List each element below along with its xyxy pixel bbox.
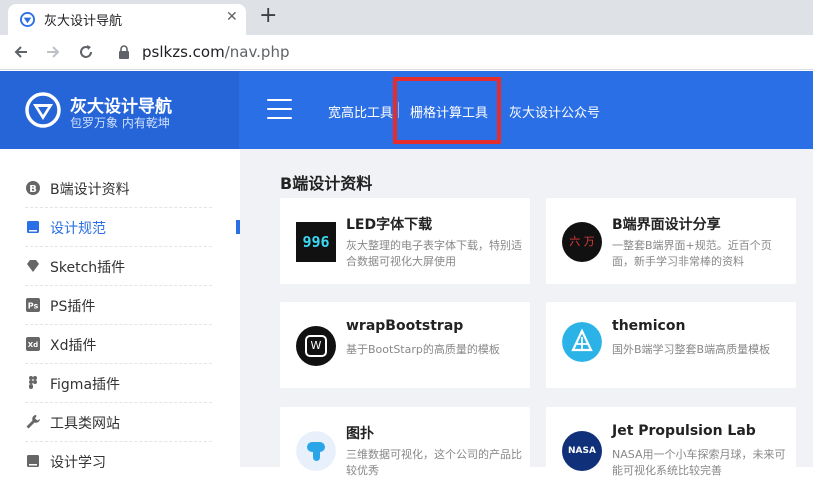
tab-title: 灰大设计导航	[44, 14, 123, 29]
lock-icon	[119, 45, 129, 59]
sidebar-item-tools[interactable]: 工具类网站	[25, 402, 212, 441]
sidebar-item-ps[interactable]: Ps PS插件	[25, 285, 212, 324]
sidebar-item-design-specs[interactable]: 设计规范	[25, 207, 212, 246]
sidebar-item-learning[interactable]: 设计学习	[25, 441, 212, 480]
card-title: B端界面设计分享	[612, 217, 721, 233]
browser-tab[interactable]: 灰大设计导航 ✕	[8, 4, 246, 35]
brand-seal-icon: 六 万	[562, 222, 602, 262]
card-title: 图扑	[346, 426, 374, 442]
figma-icon	[29, 376, 37, 389]
svg-text:Ps: Ps	[28, 302, 39, 311]
close-tab-icon[interactable]: ✕	[226, 9, 238, 25]
led-font-icon: 996	[296, 222, 336, 262]
sidebar-item-label: PS插件	[50, 299, 96, 315]
resource-card[interactable]: 996 LED字体下载 灰大整理的电子表字体下载，特别适合数据可视化大屏使用	[280, 198, 530, 284]
svg-text:B: B	[29, 184, 37, 195]
tupu-icon	[296, 431, 336, 471]
sidebar-item-label: Sketch插件	[50, 260, 126, 276]
nasa-logo-icon: NASA	[562, 431, 602, 471]
svg-text:Xd: Xd	[28, 341, 38, 349]
browser-tab-bar: 灰大设计导航 ✕ +	[0, 0, 813, 35]
forward-arrow-icon[interactable]	[44, 43, 62, 61]
book-icon	[27, 221, 39, 233]
resource-card[interactable]: W wrapBootstrap 基于BootStarp的高质量的模板	[280, 302, 530, 388]
card-title: wrapBootstrap	[346, 318, 464, 334]
site-favicon-icon	[20, 12, 35, 27]
resource-card[interactable]: 图扑 三维数据可视化，这个公司的产品比较优秀	[280, 407, 530, 493]
card-title: Jet Propulsion Lab	[612, 423, 756, 439]
nav-aspect-ratio-tool[interactable]: 宽高比工具	[328, 102, 393, 121]
ps-icon: Ps	[26, 298, 40, 312]
wrapbootstrap-icon: W	[296, 326, 336, 366]
xd-icon: Xd	[26, 337, 40, 351]
brand[interactable]: 灰大设计导航 包罗万象 内有乾坤	[0, 71, 239, 149]
card-title: themicon	[612, 318, 686, 334]
main-content: B端设计资料 996 LED字体下载 灰大整理的电子表字体下载，特别适合数据可视…	[240, 149, 813, 493]
sidebar-item-label: 设计规范	[50, 221, 106, 237]
address-bar: pslkzs.com/nav.php	[0, 35, 813, 70]
section-title: B端设计资料	[280, 174, 373, 193]
reload-icon[interactable]	[77, 43, 95, 61]
card-description: 国外B端学习整套B端高质量模板	[612, 343, 771, 356]
back-arrow-icon[interactable]	[12, 43, 30, 61]
nav-wechat-account[interactable]: 灰大设计公众号	[509, 102, 600, 121]
url-path: /nav.php	[224, 43, 290, 61]
url-host: pslkzs.com	[142, 43, 225, 61]
resource-card[interactable]: 六 万 B端界面设计分享 一整套B端界面+规范。近百个页面，新手学习非常棒的资料	[546, 198, 796, 284]
wrench-icon	[26, 415, 40, 429]
menu-hamburger-icon[interactable]	[267, 99, 292, 119]
themicon-icon	[562, 322, 602, 362]
sidebar-item-label: B端设计资料	[50, 182, 130, 198]
card-description: 灰大整理的电子表字体下载，特别适合数据可视化大屏使用	[346, 239, 522, 268]
resource-card[interactable]: themicon 国外B端学习整套B端高质量模板	[546, 302, 796, 388]
diamond-icon	[27, 260, 39, 272]
sidebar-item-xd[interactable]: Xd Xd插件	[25, 324, 212, 363]
new-tab-button[interactable]: +	[259, 3, 277, 28]
sidebar-item-label: 设计学习	[50, 455, 106, 471]
sidebar: B B端设计资料 设计规范 Sketch插件 Ps PS插件 Xd Xd插件 F…	[0, 149, 240, 471]
sidebar-item-label: Figma插件	[50, 377, 121, 393]
card-description: 三维数据可视化，这个公司的产品比较优秀	[346, 448, 522, 477]
sidebar-item-b-design[interactable]: B B端设计资料	[25, 168, 212, 207]
sidebar-item-label: 工具类网站	[50, 416, 120, 432]
b-circle-icon: B	[26, 181, 40, 195]
brand-logo-icon	[25, 92, 61, 128]
resource-card[interactable]: NASA Jet Propulsion Lab NASA用一个小车探索月球，未来…	[546, 407, 796, 493]
url-field[interactable]: pslkzs.com/nav.php	[142, 43, 289, 61]
brand-tagline: 包罗万象 内有乾坤	[70, 116, 170, 130]
annotation-highlight-box	[393, 77, 501, 144]
card-description: NASA用一个小车探索月球，未来可能可视化系统比较完善	[612, 448, 786, 477]
card-description: 基于BootStarp的高质量的模板	[346, 343, 500, 356]
sidebar-item-label: Xd插件	[50, 338, 97, 354]
card-title: LED字体下载	[346, 217, 433, 233]
card-description: 一整套B端界面+规范。近百个页面，新手学习非常棒的资料	[612, 239, 772, 268]
sidebar-item-figma[interactable]: Figma插件	[25, 363, 212, 402]
sidebar-item-sketch[interactable]: Sketch插件	[25, 246, 212, 285]
